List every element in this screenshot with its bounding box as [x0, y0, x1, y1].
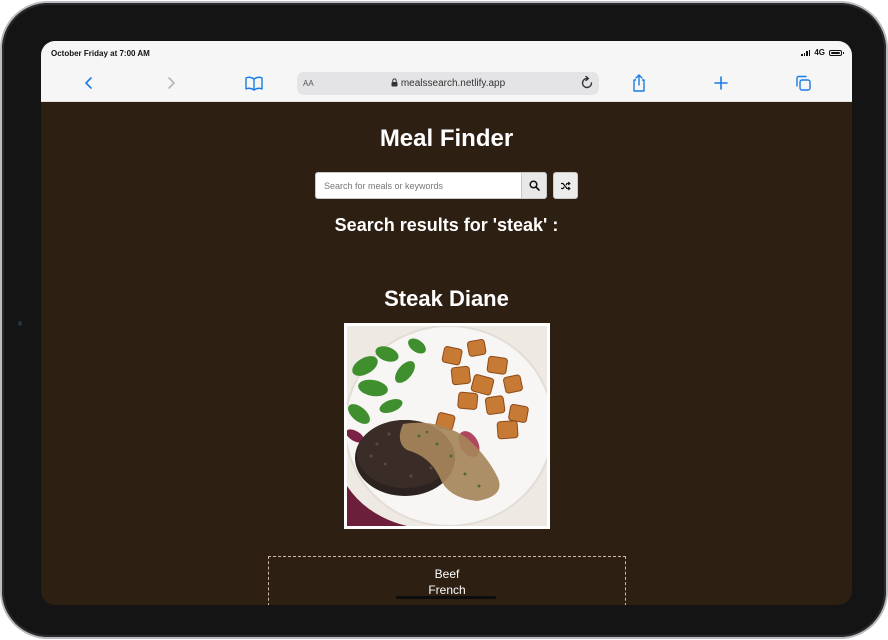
- chevron-left-icon[interactable]: [79, 73, 99, 93]
- status-indicators: 4G: [801, 48, 844, 57]
- signal-icon: [801, 49, 811, 56]
- book-icon[interactable]: [244, 73, 264, 93]
- home-indicator[interactable]: [396, 596, 496, 599]
- screen: October Friday at 7:00 AM 4G AA mealssea…: [41, 41, 852, 605]
- search-form: [315, 172, 578, 199]
- meal-title: Steak Diane: [384, 286, 509, 311]
- shuffle-icon: [561, 181, 571, 190]
- url-text: mealssearch.netlify.app: [400, 78, 506, 89]
- share-icon[interactable]: [629, 73, 649, 93]
- url-display: mealssearch.netlify.app: [297, 78, 599, 89]
- reload-icon[interactable]: [579, 75, 595, 96]
- meal-category: Beef: [434, 567, 460, 581]
- camera-dot: [18, 321, 22, 326]
- meal-image[interactable]: [344, 323, 550, 529]
- tabs-icon[interactable]: [793, 73, 813, 93]
- status-time: October Friday at 7:00 AM: [51, 49, 150, 58]
- network-type: 4G: [814, 48, 825, 57]
- search-input[interactable]: [315, 172, 521, 199]
- meal-photo-illustration: [347, 326, 547, 526]
- battery-icon: [829, 49, 844, 56]
- tablet-frame: October Friday at 7:00 AM 4G AA mealssea…: [2, 3, 886, 637]
- random-meal-button[interactable]: [553, 172, 578, 199]
- chevron-right-icon[interactable]: [161, 73, 181, 93]
- address-bar[interactable]: AA mealssearch.netlify.app: [297, 72, 599, 95]
- app-title: Meal Finder: [379, 125, 514, 152]
- status-bar: October Friday at 7:00 AM 4G: [41, 41, 852, 65]
- browser-toolbar: AA mealssearch.netlify.app: [41, 65, 852, 102]
- plus-icon[interactable]: [711, 73, 731, 93]
- search-icon: [528, 180, 540, 191]
- lock-icon: [391, 78, 398, 87]
- page-content: Meal Finder Search results for 'steak' :…: [41, 102, 852, 605]
- search-button[interactable]: [521, 172, 547, 199]
- results-heading: Search results for 'steak' :: [334, 215, 559, 235]
